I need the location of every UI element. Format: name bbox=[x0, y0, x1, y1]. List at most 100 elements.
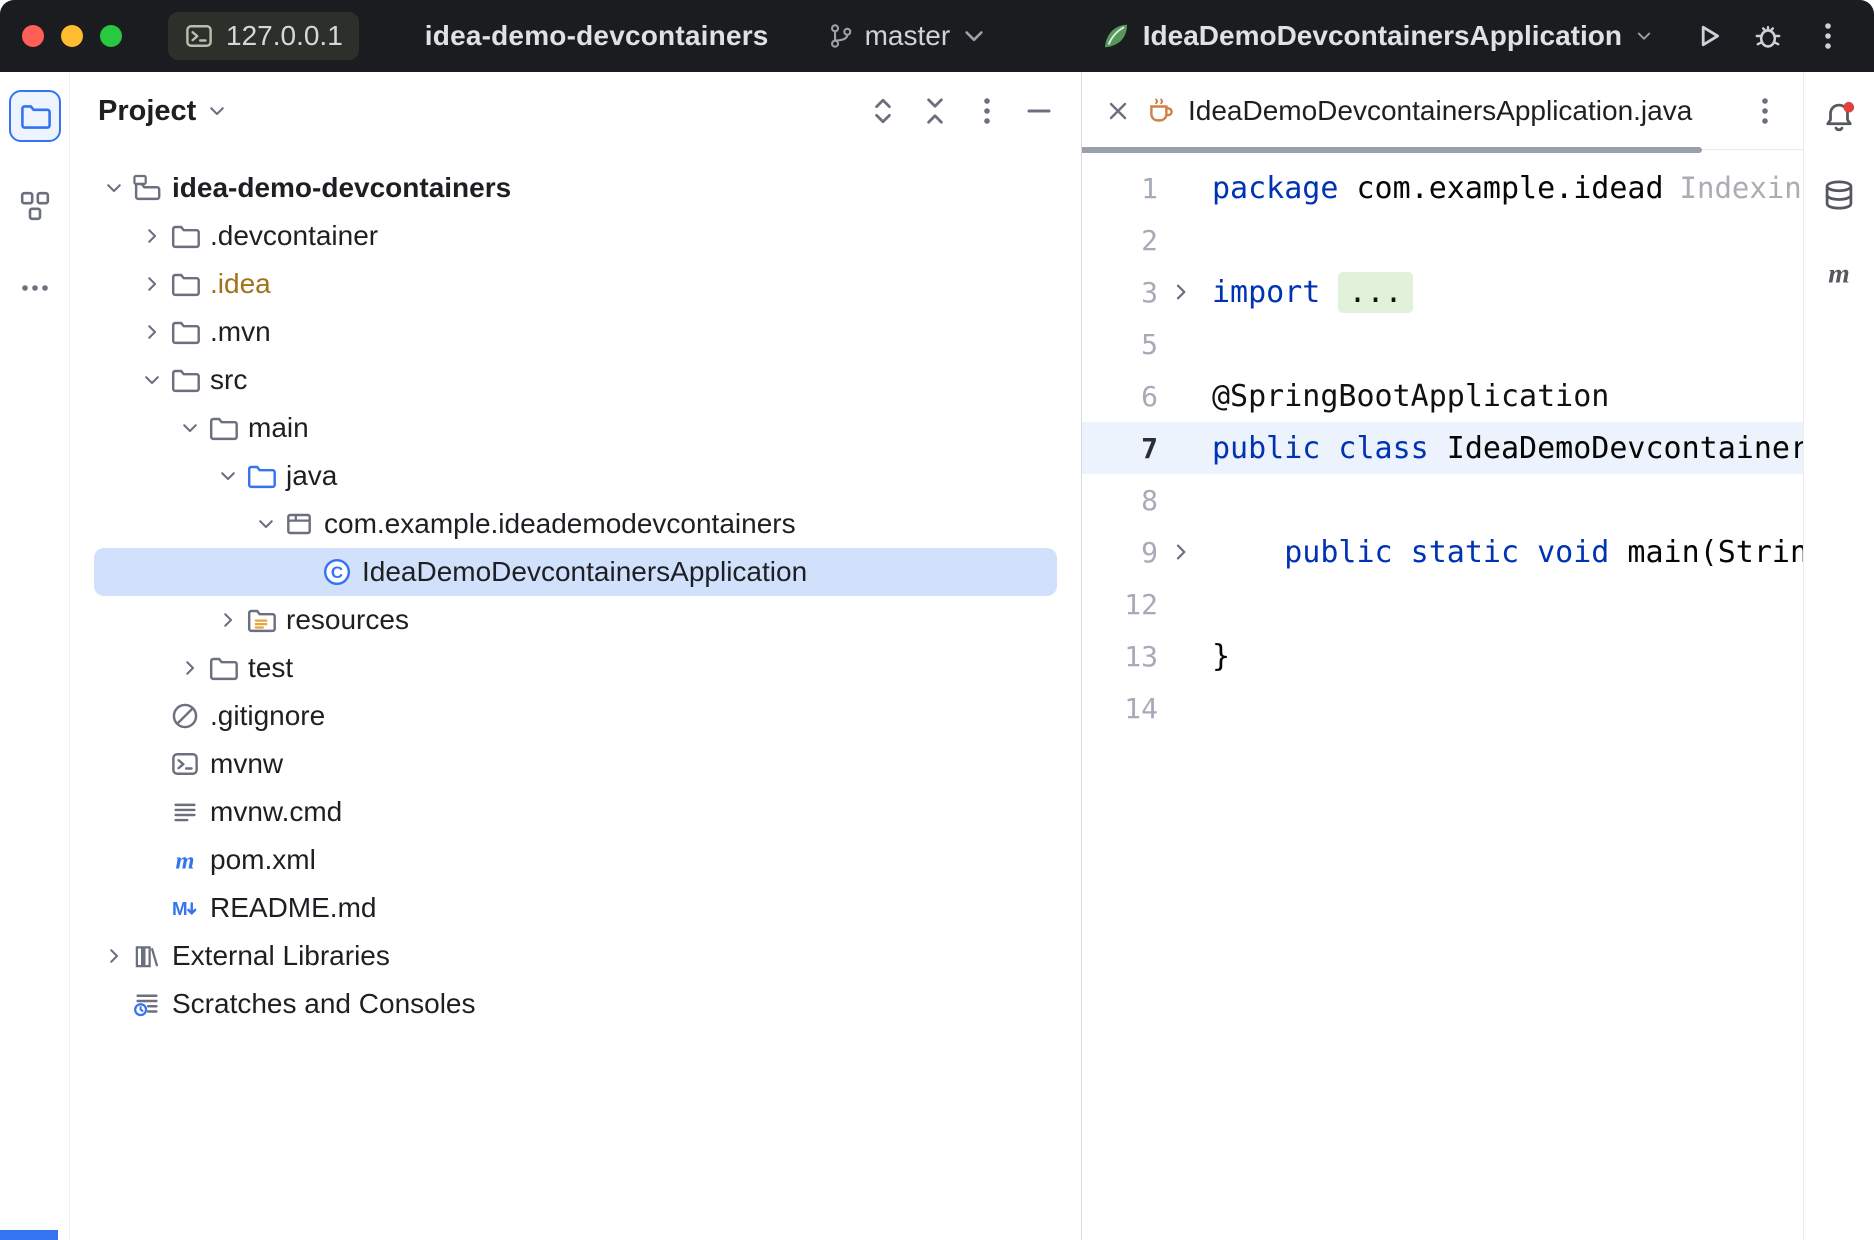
fullscreen-window-button[interactable] bbox=[100, 25, 122, 47]
git-branch-widget[interactable]: master bbox=[827, 20, 989, 52]
tree-item-idea-demo-devcontainers[interactable]: idea-demo-devcontainers bbox=[94, 164, 1057, 212]
editor-tab[interactable]: IdeaDemoDevcontainersApplication.java bbox=[1096, 72, 1700, 149]
tree-item-label: mvnw.cmd bbox=[210, 796, 342, 828]
svg-text:m: m bbox=[176, 847, 195, 874]
project-panel-title: Project bbox=[98, 95, 196, 128]
run-configuration-name: IdeaDemoDevcontainersApplication bbox=[1143, 20, 1622, 52]
editor-tab-title: IdeaDemoDevcontainersApplication.java bbox=[1188, 95, 1692, 127]
project-view-selector[interactable]: Project bbox=[98, 95, 228, 128]
tree-item-devcontainer[interactable]: .devcontainer bbox=[94, 212, 1057, 260]
chevron-right-icon[interactable] bbox=[136, 268, 168, 300]
debug-button[interactable] bbox=[1752, 20, 1784, 52]
tree-item-test[interactable]: test bbox=[94, 644, 1057, 692]
notifications-bell-icon[interactable] bbox=[1822, 100, 1856, 134]
tree-item-mvn[interactable]: .mvn bbox=[94, 308, 1057, 356]
chevron-down-icon[interactable] bbox=[212, 460, 244, 492]
line-number: 5 bbox=[1096, 328, 1158, 361]
collapse-all-button[interactable] bbox=[919, 95, 951, 127]
editor-content[interactable]: 1package com.example.ideadIndexing...23i… bbox=[1082, 150, 1803, 1240]
line-number: 9 bbox=[1096, 536, 1158, 569]
tree-item-readme-md[interactable]: MREADME.md bbox=[94, 884, 1057, 932]
line-number: 12 bbox=[1096, 588, 1158, 621]
tree-item-pom-xml[interactable]: m pom.xml bbox=[94, 836, 1057, 884]
indexing-inlay: Indexing... bbox=[1680, 171, 1803, 205]
tree-item-gitignore[interactable]: .gitignore bbox=[94, 692, 1057, 740]
run-button[interactable] bbox=[1692, 20, 1724, 52]
tree-item-main[interactable]: main bbox=[94, 404, 1057, 452]
git-branch-icon bbox=[827, 22, 855, 50]
tree-item-idea[interactable]: .idea bbox=[94, 260, 1057, 308]
chevron-down-icon[interactable] bbox=[174, 412, 206, 444]
code-text: public static void main(Strin bbox=[1204, 535, 1803, 570]
close-window-button[interactable] bbox=[22, 25, 44, 47]
tree-item-label: main bbox=[248, 412, 309, 444]
svg-text:m: m bbox=[1828, 257, 1849, 288]
more-actions-button[interactable] bbox=[1812, 20, 1844, 52]
chevron-down-icon[interactable] bbox=[250, 508, 282, 540]
libraries-icon bbox=[132, 941, 162, 971]
minimize-window-button[interactable] bbox=[61, 25, 83, 47]
tree-item-label: resources bbox=[286, 604, 409, 636]
tree-item-ideademodevcontainersapplication[interactable]: CIdeaDemoDevcontainersApplication bbox=[94, 548, 1057, 596]
chevron-right-icon[interactable] bbox=[136, 316, 168, 348]
tree-item-mvnw[interactable]: mvnw bbox=[94, 740, 1057, 788]
tree-item-scratches-and-consoles[interactable]: Scratches and Consoles bbox=[94, 980, 1057, 1028]
tree-item-label: IdeaDemoDevcontainersApplication bbox=[362, 556, 807, 588]
chevron-down-icon[interactable] bbox=[136, 364, 168, 396]
project-panel-actions bbox=[867, 95, 1055, 127]
line-number: 2 bbox=[1096, 224, 1158, 257]
panel-options-button[interactable] bbox=[971, 95, 1003, 127]
folder-icon bbox=[208, 413, 238, 443]
code-line-12: 12 bbox=[1082, 578, 1803, 630]
code-line-13: 13} bbox=[1082, 630, 1803, 682]
fold-chevron-icon[interactable] bbox=[1158, 540, 1204, 564]
line-number: 13 bbox=[1096, 640, 1158, 673]
tree-item-src[interactable]: src bbox=[94, 356, 1057, 404]
chevron-right-icon[interactable] bbox=[174, 652, 206, 684]
chevron-down-icon[interactable] bbox=[98, 172, 130, 204]
more-tools-button[interactable] bbox=[9, 270, 61, 306]
chevron-spacer bbox=[136, 748, 168, 780]
project-tool-button[interactable] bbox=[9, 90, 61, 142]
folder-project-icon bbox=[132, 173, 162, 203]
code-line-8: 8 bbox=[1082, 474, 1803, 526]
code-line-6: 6@SpringBootApplication bbox=[1082, 370, 1803, 422]
chevron-right-icon[interactable] bbox=[212, 604, 244, 636]
database-tool-icon[interactable] bbox=[1822, 178, 1856, 212]
chevron-spacer bbox=[136, 892, 168, 924]
project-tree[interactable]: idea-demo-devcontainers .devcontainer .ide… bbox=[70, 150, 1081, 1240]
right-tool-stripe: m bbox=[1803, 72, 1874, 1240]
fold-chevron-icon[interactable] bbox=[1158, 280, 1204, 304]
editor-options-button[interactable] bbox=[1749, 95, 1781, 127]
tree-item-label: test bbox=[248, 652, 293, 684]
terminal-icon bbox=[170, 749, 200, 779]
chevron-right-icon[interactable] bbox=[136, 220, 168, 252]
remote-host-chip[interactable]: 127.0.0.1 bbox=[168, 12, 359, 60]
folder-source-icon bbox=[246, 461, 276, 491]
code-line-14: 14 bbox=[1082, 682, 1803, 734]
line-number: 14 bbox=[1096, 692, 1158, 725]
tree-item-label: .devcontainer bbox=[210, 220, 378, 252]
run-configuration-selector[interactable]: IdeaDemoDevcontainersApplication bbox=[1101, 20, 1654, 52]
structure-icon bbox=[19, 190, 51, 222]
hide-panel-button[interactable] bbox=[1023, 95, 1055, 127]
tree-item-java[interactable]: java bbox=[94, 452, 1057, 500]
folder-icon bbox=[19, 100, 51, 132]
tree-item-external-libraries[interactable]: External Libraries bbox=[94, 932, 1057, 980]
tree-item-mvnw-cmd[interactable]: mvnw.cmd bbox=[94, 788, 1057, 836]
folder-icon bbox=[170, 365, 200, 395]
maven-tool-icon[interactable]: m bbox=[1822, 256, 1856, 290]
tree-item-label: pom.xml bbox=[210, 844, 316, 876]
chevron-right-icon[interactable] bbox=[98, 940, 130, 972]
maven-icon: m bbox=[170, 845, 200, 875]
close-tab-icon[interactable] bbox=[1104, 97, 1132, 125]
tree-item-com-example-ideademodevcontainers[interactable]: com.example.ideademodevcontainers bbox=[94, 500, 1057, 548]
host-address: 127.0.0.1 bbox=[226, 20, 343, 52]
expand-all-button[interactable] bbox=[867, 95, 899, 127]
project-name[interactable]: idea-demo-devcontainers bbox=[425, 20, 769, 52]
tree-item-resources[interactable]: resources bbox=[94, 596, 1057, 644]
code-text: package com.example.ideadIndexing... bbox=[1204, 171, 1803, 206]
tree-item-label: Scratches and Consoles bbox=[172, 988, 476, 1020]
tree-item-label: External Libraries bbox=[172, 940, 390, 972]
structure-tool-button[interactable] bbox=[9, 188, 61, 224]
